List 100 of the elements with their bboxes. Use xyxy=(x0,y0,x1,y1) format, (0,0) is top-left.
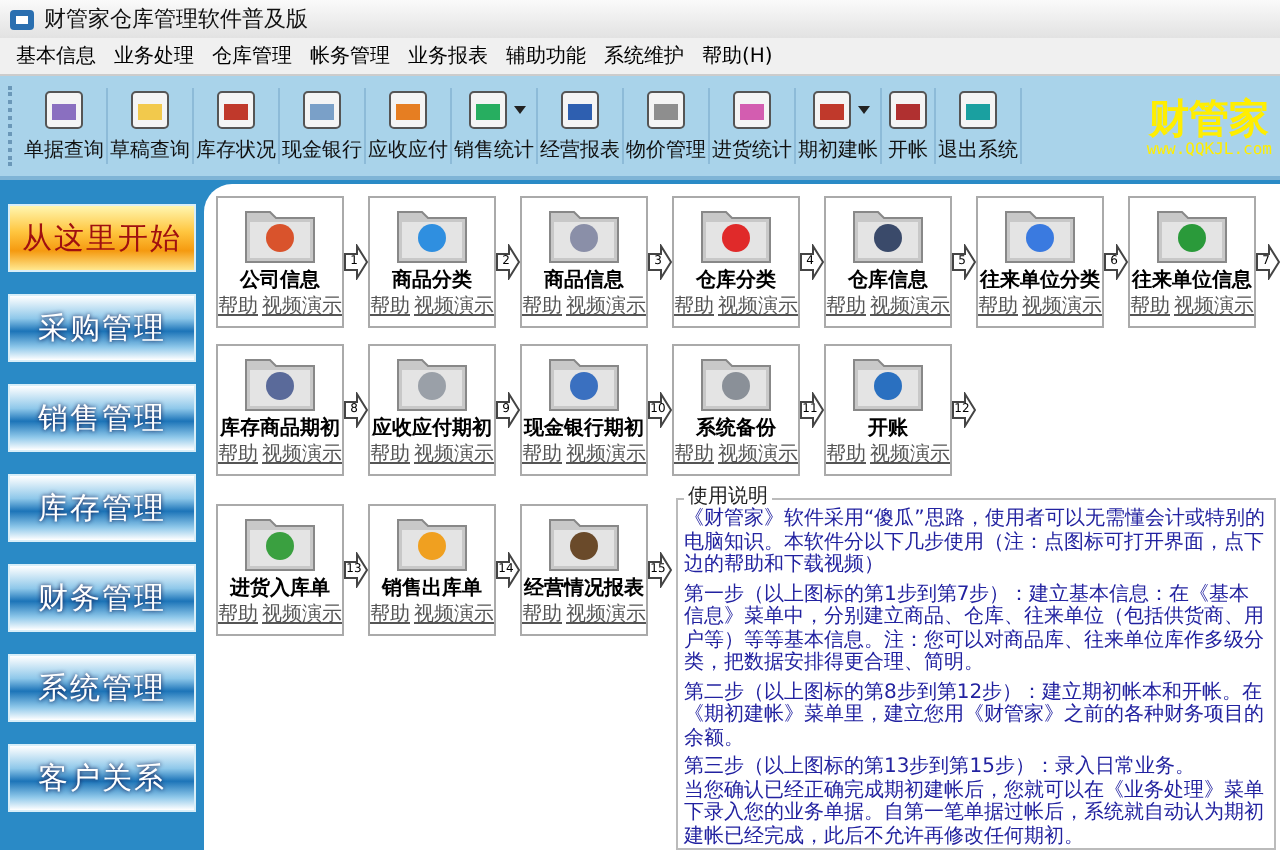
video-link[interactable]: 视频演示 xyxy=(718,442,798,468)
instruction-text: 当您确认已经正确完成期初建帐后，您就可以在《业务处理》菜单下录入您的业务单据。自第一笔单据过帐后，系统就自动认为期初建帐已经完成，此后不允许再修改任何期初。 xyxy=(684,779,1266,848)
instruction-text: 第二步（以上图标的第8步到第12步）：建立期初帐本和开帐。在《期初建帐》菜单里，建立您用《财管家》之前的各种财务项目的余额。 xyxy=(684,681,1266,750)
step-tile[interactable]: 仓库信息 帮助 视频演示 xyxy=(824,196,952,328)
window-title: 财管家仓库管理软件普及版 xyxy=(44,4,308,34)
toolbar-button[interactable]: 现金银行 xyxy=(280,88,366,164)
help-link[interactable]: 帮助 xyxy=(218,294,258,320)
video-link[interactable]: 视频演示 xyxy=(1022,294,1102,320)
menu-item[interactable]: 系统维护 xyxy=(604,42,684,70)
step-tile[interactable]: 进货入库单 帮助 视频演示 xyxy=(216,504,344,636)
menu-item[interactable]: 业务报表 xyxy=(408,42,488,70)
document-icon xyxy=(126,88,174,132)
help-link[interactable]: 帮助 xyxy=(674,442,714,468)
tile-title: 进货入库单 xyxy=(230,576,330,602)
tile-title: 仓库信息 xyxy=(848,268,928,294)
instruction-text: 第三步（以上图标的第13步到第15步）：录入日常业务。 xyxy=(684,756,1197,779)
video-link[interactable]: 视频演示 xyxy=(262,442,342,468)
document-icon xyxy=(298,88,346,132)
step-tile[interactable]: 商品分类 帮助 视频演示 xyxy=(368,196,496,328)
menu-item[interactable]: 帮助(H) xyxy=(702,42,773,70)
toolbar-button[interactable]: 销售统计 xyxy=(452,88,538,164)
video-link[interactable]: 视频演示 xyxy=(870,294,950,320)
toolbar-button[interactable]: 草稿查询 xyxy=(108,88,194,164)
instruction-text: 第一步（以上图标的第1步到第7步）：建立基本信息：在《基本信息》菜单中，分别建立商品、仓库、往来单位（包括供货商、用户等）等等基本信息。注：您可以对商品库、往来单位库作多级分类，把数据安排得更合理、简明。 xyxy=(684,583,1266,675)
toolbar-button[interactable]: 应收应付 xyxy=(366,88,452,164)
menu-item[interactable]: 业务处理 xyxy=(114,42,194,70)
video-link[interactable]: 视频演示 xyxy=(566,602,646,628)
document-icon xyxy=(884,88,932,132)
video-link[interactable]: 视频演示 xyxy=(566,294,646,320)
sidebar-item[interactable]: 从这里开始 xyxy=(8,204,196,272)
toolbar-button[interactable]: 进货统计 xyxy=(710,88,796,164)
step-tile[interactable]: 应收应付期初 帮助 视频演示 xyxy=(368,344,496,476)
video-link[interactable]: 视频演示 xyxy=(414,442,494,468)
tile-title: 现金银行期初 xyxy=(524,416,644,442)
tile-title: 公司信息 xyxy=(240,268,320,294)
help-link[interactable]: 帮助 xyxy=(1130,294,1170,320)
step-tile[interactable]: 商品信息 帮助 视频演示 xyxy=(520,196,648,328)
help-link[interactable]: 帮助 xyxy=(370,442,410,468)
video-link[interactable]: 视频演示 xyxy=(1174,294,1254,320)
document-icon xyxy=(40,88,88,132)
toolbar-button[interactable]: 物价管理 xyxy=(624,88,710,164)
tile-title: 系统备份 xyxy=(696,416,776,442)
video-link[interactable]: 视频演示 xyxy=(262,294,342,320)
step-tile[interactable]: 往来单位信息 帮助 视频演示 xyxy=(1128,196,1256,328)
tile-title: 商品信息 xyxy=(544,268,624,294)
video-link[interactable]: 视频演示 xyxy=(414,602,494,628)
tile-title: 销售出库单 xyxy=(382,576,482,602)
document-icon xyxy=(728,88,776,132)
help-link[interactable]: 帮助 xyxy=(370,602,410,628)
toolbar-button[interactable]: 退出系统 xyxy=(936,88,1022,164)
caret-icon xyxy=(513,106,525,114)
tile-title: 经营情况报表 xyxy=(524,576,644,602)
video-link[interactable]: 视频演示 xyxy=(718,294,798,320)
step-tile[interactable]: 开账 帮助 视频演示 xyxy=(824,344,952,476)
help-link[interactable]: 帮助 xyxy=(978,294,1018,320)
toolbar-button[interactable]: 开帐 xyxy=(882,88,936,164)
menu-item[interactable]: 帐务管理 xyxy=(310,42,390,70)
video-link[interactable]: 视频演示 xyxy=(262,602,342,628)
tile-title: 往来单位分类 xyxy=(980,268,1100,294)
tile-title: 开账 xyxy=(868,416,908,442)
caret-icon xyxy=(857,106,869,114)
step-tile[interactable]: 现金银行期初 帮助 视频演示 xyxy=(520,344,648,476)
toolbar-button[interactable]: 期初建帐 xyxy=(796,88,882,164)
document-icon xyxy=(384,88,432,132)
logo-text: 财管家 xyxy=(1149,95,1270,139)
toolbar-button[interactable]: 单据查询 xyxy=(22,88,108,164)
panel-title: 使用说明 xyxy=(686,488,770,508)
instruction-text: 《财管家》软件采用“傻瓜”思路，使用者可以无需懂会计或特别的电脑知识。本软件分以下几步使用（注：点图标可打开界面，点下边的帮助和下载视频） xyxy=(684,508,1267,577)
document-icon xyxy=(556,88,604,132)
tile-title: 仓库分类 xyxy=(696,268,776,294)
video-link[interactable]: 视频演示 xyxy=(414,294,494,320)
document-icon xyxy=(463,88,511,132)
step-tile[interactable]: 仓库分类 帮助 视频演示 xyxy=(672,196,800,328)
toolbar-button[interactable]: 库存状况 xyxy=(194,88,280,164)
help-link[interactable]: 帮助 xyxy=(218,442,258,468)
help-link[interactable]: 帮助 xyxy=(522,294,562,320)
help-link[interactable]: 帮助 xyxy=(218,602,258,628)
document-icon xyxy=(807,88,855,132)
menu-item[interactable]: 基本信息 xyxy=(16,42,96,70)
menu-item[interactable]: 仓库管理 xyxy=(212,42,292,70)
video-link[interactable]: 视频演示 xyxy=(566,442,646,468)
step-tile[interactable]: 销售出库单 帮助 视频演示 xyxy=(368,504,496,636)
step-tile[interactable]: 公司信息 帮助 视频演示 xyxy=(216,196,344,328)
help-link[interactable]: 帮助 xyxy=(522,602,562,628)
logo-url: www.QQKJL.com xyxy=(1146,139,1272,157)
help-link[interactable]: 帮助 xyxy=(522,442,562,468)
menu-item[interactable]: 辅助功能 xyxy=(506,42,586,70)
video-link[interactable]: 视频演示 xyxy=(870,442,950,468)
help-link[interactable]: 帮助 xyxy=(674,294,714,320)
tile-title: 库存商品期初 xyxy=(220,416,340,442)
help-link[interactable]: 帮助 xyxy=(826,442,866,468)
toolbar-button[interactable]: 经营报表 xyxy=(538,88,624,164)
step-tile[interactable]: 库存商品期初 帮助 视频演示 xyxy=(216,344,344,476)
step-tile[interactable]: 经营情况报表 帮助 视频演示 xyxy=(520,504,648,636)
step-tile[interactable]: 往来单位分类 帮助 视频演示 xyxy=(976,196,1104,328)
help-link[interactable]: 帮助 xyxy=(826,294,866,320)
step-tile[interactable]: 系统备份 帮助 视频演示 xyxy=(672,344,800,476)
app-icon xyxy=(8,5,36,33)
document-icon xyxy=(212,88,260,132)
help-link[interactable]: 帮助 xyxy=(370,294,410,320)
